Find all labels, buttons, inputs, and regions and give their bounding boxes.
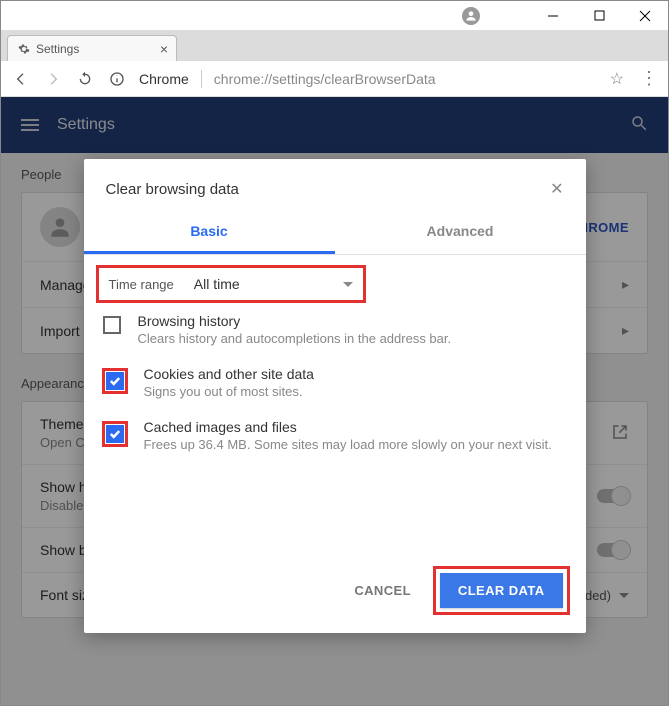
dialog-tabs: Basic Advanced [84, 211, 586, 255]
maximize-button[interactable] [576, 1, 622, 31]
close-dialog-button[interactable]: ✕ [550, 179, 563, 199]
time-range-label: Time range [109, 277, 174, 292]
tab-title: Settings [36, 42, 79, 56]
url-path[interactable]: chrome://settings/clearBrowserData [214, 71, 598, 87]
chevron-down-icon [343, 282, 353, 287]
time-range-value: All time [194, 276, 343, 292]
url-bar: Chrome chrome://settings/clearBrowserDat… [1, 61, 668, 97]
checkbox-highlight [102, 368, 128, 394]
close-window-button[interactable] [622, 1, 668, 31]
checkbox-highlight [102, 315, 122, 335]
site-info-icon[interactable] [103, 65, 131, 93]
option-title: Cookies and other site data [144, 366, 314, 382]
option-subtitle: Frees up 36.4 MB. Some sites may load mo… [144, 437, 552, 452]
url-origin: Chrome [139, 71, 189, 87]
clear-data-option[interactable]: Cached images and files Frees up 36.4 MB.… [96, 409, 574, 462]
tab-basic[interactable]: Basic [84, 211, 335, 254]
divider [201, 70, 202, 88]
gear-icon [18, 43, 30, 55]
tab-strip: Settings × [1, 31, 668, 61]
profile-avatar-icon[interactable] [462, 7, 480, 25]
window-titlebar [1, 1, 668, 31]
back-button[interactable] [7, 65, 35, 93]
option-subtitle: Clears history and autocompletions in th… [138, 331, 452, 346]
option-title: Browsing history [138, 313, 452, 329]
minimize-button[interactable] [530, 1, 576, 31]
modal-backdrop: Clear browsing data ✕ Basic Advanced Tim… [1, 97, 668, 705]
option-subtitle: Signs you out of most sites. [144, 384, 314, 399]
clear-data-option[interactable]: Cookies and other site data Signs you out… [96, 356, 574, 409]
time-range-select[interactable]: Time range All time [96, 265, 366, 303]
checkbox-highlight [102, 421, 128, 447]
checkbox[interactable] [106, 425, 124, 443]
clear-browsing-data-dialog: Clear browsing data ✕ Basic Advanced Tim… [84, 159, 586, 633]
tab-advanced[interactable]: Advanced [335, 211, 586, 254]
close-tab-icon[interactable]: × [160, 41, 168, 57]
bookmark-star-icon[interactable]: ☆ [610, 69, 624, 89]
browser-menu-icon[interactable]: ⋮ [640, 68, 658, 89]
checkbox[interactable] [103, 316, 121, 334]
option-title: Cached images and files [144, 419, 552, 435]
cancel-button[interactable]: CANCEL [346, 573, 419, 608]
clear-data-highlight: CLEAR DATA [433, 566, 570, 615]
reload-button[interactable] [71, 65, 99, 93]
forward-button [39, 65, 67, 93]
browser-tab[interactable]: Settings × [7, 35, 177, 61]
dialog-title: Clear browsing data [106, 181, 239, 198]
clear-data-option[interactable]: Browsing history Clears history and autoc… [96, 303, 574, 356]
checkbox[interactable] [106, 372, 124, 390]
clear-data-button[interactable]: CLEAR DATA [440, 573, 563, 608]
